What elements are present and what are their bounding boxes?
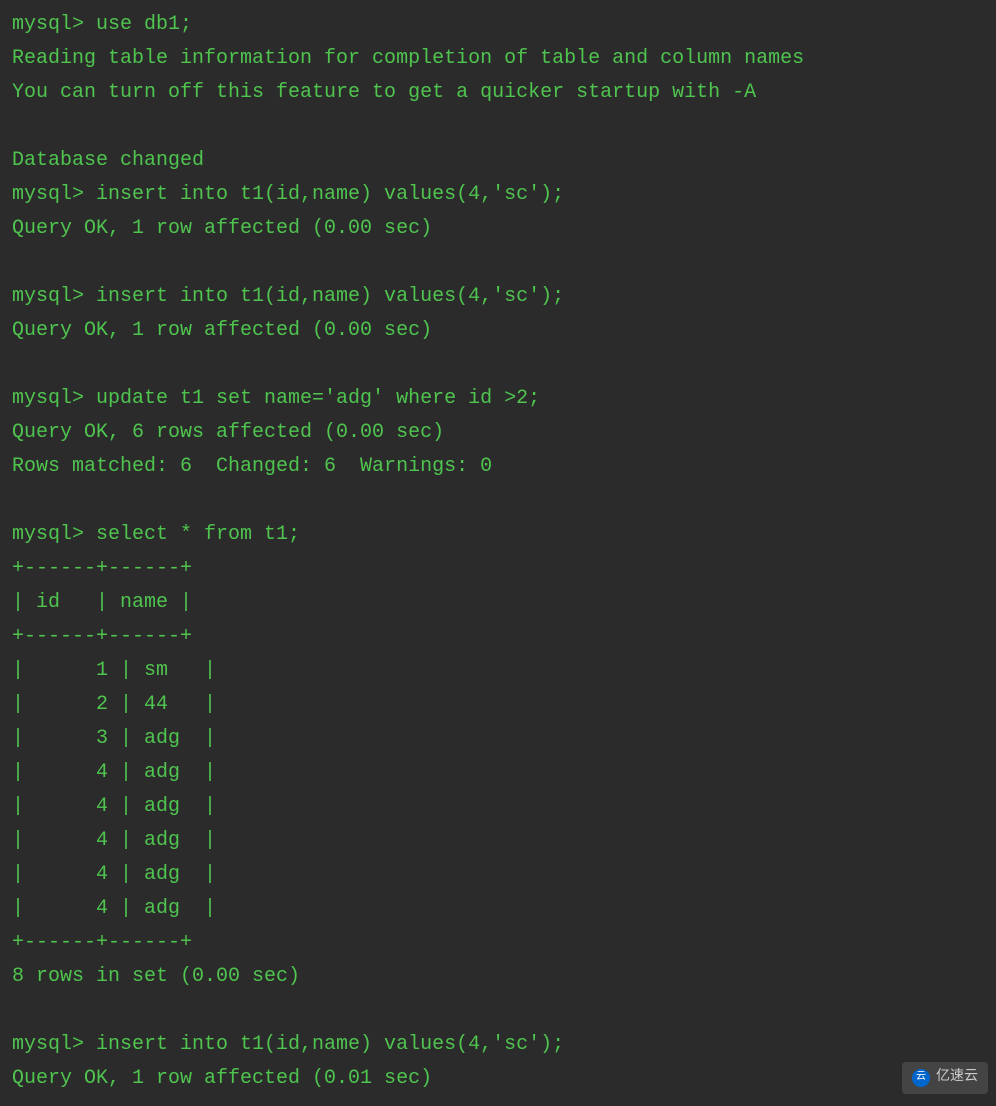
terminal-line: Query OK, 1 row affected (0.00 sec) xyxy=(12,314,984,348)
terminal-line: Query OK, 1 row affected (0.00 sec) xyxy=(12,212,984,246)
terminal-line: You can turn off this feature to get a q… xyxy=(12,76,984,110)
terminal-line: | 3 | adg | xyxy=(12,722,984,756)
terminal-line: Query OK, 6 rows affected (0.00 sec) xyxy=(12,416,984,450)
terminal-line: | 4 | adg | xyxy=(12,892,984,926)
terminal-line: | 4 | adg | xyxy=(12,790,984,824)
terminal-line: | 2 | 44 | xyxy=(12,688,984,722)
terminal-line xyxy=(12,994,984,1028)
terminal-line xyxy=(12,110,984,144)
terminal-content: mysql> use db1;Reading table information… xyxy=(12,8,984,1096)
terminal-line xyxy=(12,246,984,280)
terminal-line: mysql> select * from t1; xyxy=(12,518,984,552)
terminal-line: Database changed xyxy=(12,144,984,178)
terminal-line xyxy=(12,484,984,518)
terminal-line: 8 rows in set (0.00 sec) xyxy=(12,960,984,994)
terminal-line: Rows matched: 6 Changed: 6 Warnings: 0 xyxy=(12,450,984,484)
terminal-line: mysql> update t1 set name='adg' where id… xyxy=(12,382,984,416)
terminal-line: | 4 | adg | xyxy=(12,824,984,858)
terminal-line: mysql> insert into t1(id,name) values(4,… xyxy=(12,178,984,212)
terminal-line: | id | name | xyxy=(12,586,984,620)
terminal-line: +------+------+ xyxy=(12,552,984,586)
terminal-line: mysql> insert into t1(id,name) values(4,… xyxy=(12,1028,984,1062)
terminal-line: Reading table information for completion… xyxy=(12,42,984,76)
terminal-line: +------+------+ xyxy=(12,926,984,960)
terminal-line: mysql> use db1; xyxy=(12,8,984,42)
terminal-line: | 4 | adg | xyxy=(12,858,984,892)
terminal-line: Query OK, 1 row affected (0.01 sec) xyxy=(12,1062,984,1096)
watermark-text: 亿速云 xyxy=(936,1066,978,1090)
terminal-line: | 4 | adg | xyxy=(12,756,984,790)
watermark-badge: 云 亿速云 xyxy=(902,1062,988,1094)
terminal-line: | 1 | sm | xyxy=(12,654,984,688)
terminal-line xyxy=(12,348,984,382)
terminal-line: +------+------+ xyxy=(12,620,984,654)
terminal-window: mysql> use db1;Reading table information… xyxy=(0,0,996,1106)
watermark-icon: 云 xyxy=(912,1069,930,1087)
terminal-line: mysql> insert into t1(id,name) values(4,… xyxy=(12,280,984,314)
